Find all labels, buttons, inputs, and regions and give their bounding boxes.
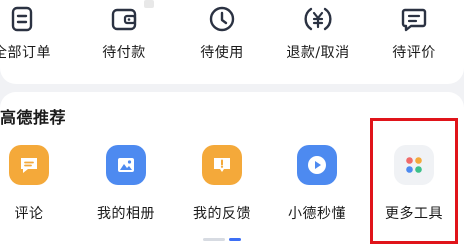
play-icon (297, 145, 337, 185)
refund-icon (304, 7, 332, 31)
rec-feedback-label: 我的反馈 (193, 206, 251, 222)
wallet-icon (111, 8, 137, 31)
album-icon (106, 145, 146, 185)
highlight-box (370, 118, 458, 244)
order-refund-label: 退款/取消 (286, 45, 350, 61)
badge-dot (144, 0, 154, 8)
page-indicator-dot-2-active (229, 238, 241, 241)
clock-icon (209, 6, 235, 32)
comment-icon (9, 145, 49, 185)
order-all-label: 全部订单 (0, 45, 51, 61)
page-indicator-dot-1 (203, 238, 225, 241)
feedback-icon (202, 145, 242, 185)
order-to-use-label: 待使用 (200, 45, 244, 61)
rec-comment-label: 评论 (14, 206, 44, 222)
order-review-label: 待评价 (392, 45, 436, 61)
page-indicator (203, 238, 243, 242)
review-icon (401, 8, 427, 32)
rec-video-label: 小德秒懂 (288, 206, 346, 222)
order-pending-payment-label: 待付款 (102, 45, 146, 61)
rec-album-label: 我的相册 (97, 206, 155, 222)
all-orders-icon (11, 6, 33, 32)
section-title: 高德推荐 (0, 108, 67, 127)
